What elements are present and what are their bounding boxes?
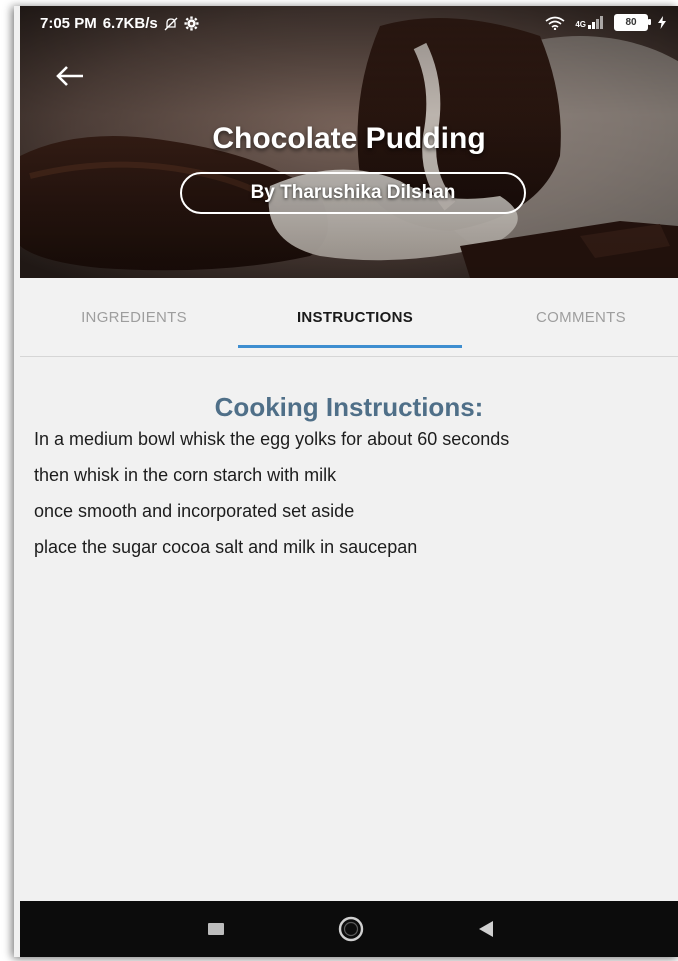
author-button[interactable]: By Tharushika Dilshan — [180, 172, 526, 214]
wifi-icon — [545, 16, 565, 30]
bolt-icon — [658, 16, 666, 29]
network-type: 4G — [575, 20, 586, 29]
battery-level: 80 — [625, 17, 637, 28]
system-back-button[interactable] — [466, 901, 506, 957]
recent-apps-button[interactable] — [196, 901, 236, 957]
gear-icon — [184, 16, 199, 31]
instruction-step: once smooth and incorporated set aside — [34, 501, 355, 521]
circle-icon — [338, 916, 364, 942]
instructions-heading: Cooking Instructions: — [214, 392, 484, 422]
battery-icon: 80 — [614, 14, 651, 31]
instruction-step: place the sugar cocoa salt and milk in s… — [34, 537, 418, 557]
recipe-header-image: 7:05 PM 6.7KB/s 4G 80 Chocolate Pudding … — [20, 6, 678, 278]
arrow-left-icon — [56, 66, 83, 86]
bell-off-icon — [164, 17, 178, 30]
home-button[interactable] — [326, 901, 376, 957]
back-button[interactable] — [50, 56, 90, 96]
instruction-step: In a medium bowl whisk the egg yolks for… — [34, 429, 510, 449]
status-speed: 6.7KB/s — [102, 15, 158, 32]
signal-icon — [588, 16, 603, 29]
instructions-panel: Cooking Instructions: In a medium bowl w… — [34, 356, 664, 573]
app-screen: 7:05 PM 6.7KB/s 4G 80 Chocolate Pudding … — [20, 6, 678, 957]
square-icon — [208, 923, 224, 935]
status-bar: 7:05 PM 6.7KB/s 4G 80 — [20, 6, 678, 42]
instruction-step: then whisk in the corn starch with milk — [34, 465, 337, 485]
tab-comments[interactable]: COMMENTS — [488, 278, 674, 356]
recipe-title: Chocolate Pudding — [212, 122, 486, 155]
tab-ingredients[interactable]: INGREDIENTS — [42, 278, 226, 356]
triangle-back-icon — [479, 921, 493, 937]
author-name: By Tharushika Dilshan — [250, 182, 456, 203]
device-frame: 7:05 PM 6.7KB/s 4G 80 Chocolate Pudding … — [14, 6, 678, 957]
status-time: 7:05 PM — [40, 15, 97, 32]
active-tab-indicator — [238, 345, 462, 348]
system-nav-bar — [20, 901, 678, 957]
